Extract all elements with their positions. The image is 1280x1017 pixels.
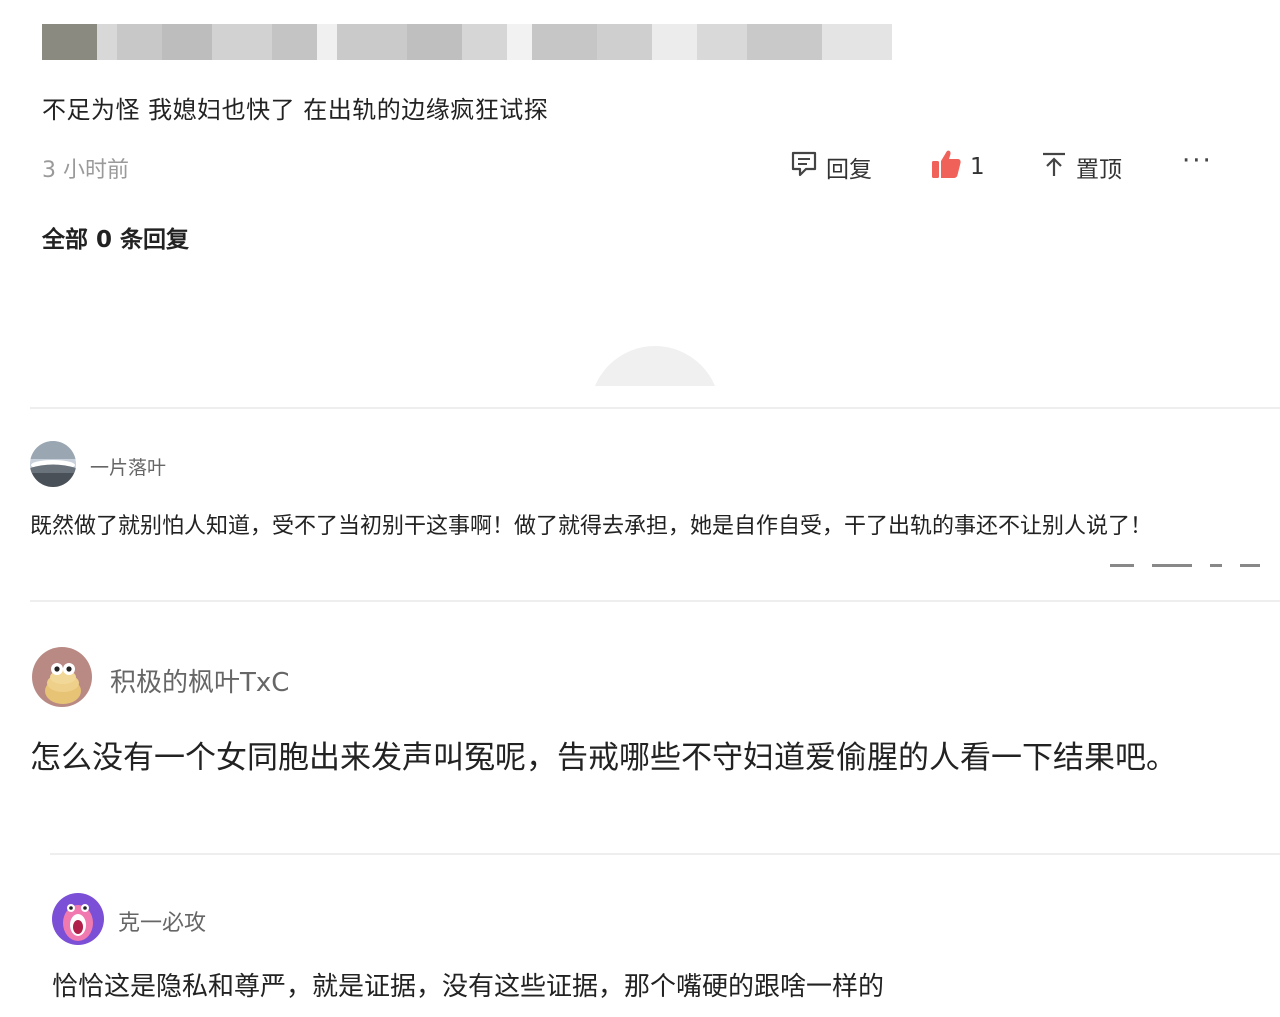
pin-button[interactable]: 置顶 [1040, 150, 1122, 184]
reply-icon [790, 150, 818, 184]
reply-label: 回复 [826, 157, 872, 183]
avatar[interactable] [32, 647, 92, 707]
divider [30, 407, 1280, 409]
like-count: 1 [970, 154, 985, 180]
loading-indicator [590, 346, 720, 386]
username[interactable]: 克一必攻 [118, 905, 206, 937]
thumbs-up-icon [930, 148, 962, 186]
more-options-button[interactable]: ··· [1182, 146, 1213, 176]
redacted-header [42, 24, 997, 60]
top-comment-text: 不足为怪 我媳妇也快了 在出轨的边缘疯狂试探 [42, 96, 549, 124]
comment-text: 恰恰这是隐私和尊严，就是证据，没有这些证据，那个嘴硬的跟啥一样的 [52, 972, 885, 1002]
divider [30, 600, 1280, 602]
reply-button[interactable]: 回复 [790, 150, 872, 184]
pin-label: 置顶 [1076, 157, 1122, 183]
comment-text: 既然做了就别怕人知道，受不了当初别干这事啊！做了就得去承担，她是自作自受，干了出… [30, 514, 1153, 539]
pin-top-icon [1040, 150, 1068, 184]
avatar[interactable] [30, 441, 76, 487]
avatar[interactable] [52, 893, 104, 945]
divider [50, 853, 1280, 855]
replies-count: 全部 0 条回复 [42, 227, 190, 253]
like-button[interactable]: 1 [930, 148, 985, 186]
comment-actions-clipped [1110, 558, 1280, 568]
username[interactable]: 积极的枫叶TxC [110, 662, 289, 699]
username[interactable]: 一片落叶 [90, 453, 166, 480]
comment-timestamp: 3 小时前 [42, 158, 129, 183]
comment-text: 怎么没有一个女同胞出来发声叫冤呢，告戒哪些不守妇道爱偷腥的人看一下结果吧。 [30, 740, 1177, 776]
